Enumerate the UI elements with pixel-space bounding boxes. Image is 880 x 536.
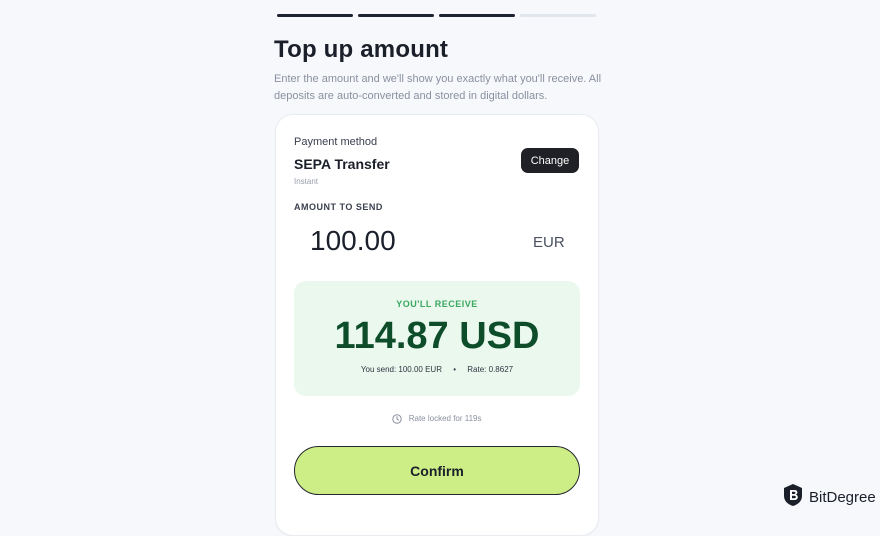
bitdegree-watermark: BitDegree (782, 483, 876, 512)
separator-dot: • (453, 365, 457, 374)
progress-step-2 (358, 14, 434, 17)
progress-step-1 (277, 14, 353, 17)
send-summary: You send: 100.00 EUR (360, 365, 442, 374)
payment-method-speed: Instant (294, 177, 319, 186)
receive-amount: 114.87 USD (334, 315, 540, 357)
bitdegree-watermark-text: BitDegree (809, 489, 876, 506)
receive-label: YOU'LL RECEIVE (396, 299, 478, 309)
confirm-button[interactable]: Confirm (294, 446, 580, 495)
progress-step-3 (439, 14, 515, 17)
bitdegree-logo-icon (782, 483, 804, 512)
receive-details: You send: 100.00 EUR • Rate: 0.8627 (294, 365, 580, 374)
payment-method-label: Payment method (294, 136, 378, 148)
receive-panel: YOU'LL RECEIVE 114.87 USD You send: 100.… (294, 281, 580, 396)
change-payment-button[interactable]: Change (521, 148, 579, 173)
amount-label: AMOUNT TO SEND (294, 202, 383, 212)
step-progress (277, 14, 596, 17)
payment-method-name: SEPA Transfer (294, 156, 390, 172)
amount-currency: EUR (533, 234, 565, 251)
amount-input[interactable]: 100.00 (310, 225, 396, 257)
page-subtitle: Enter the amount and we'll show you exac… (274, 73, 602, 102)
exchange-rate: Rate: 0.8627 (467, 365, 514, 374)
rate-lock-timer: Rate locked for 119s (276, 414, 598, 426)
rate-lock-text: Rate locked for 119s (408, 414, 482, 423)
page-title: Top up amount (274, 36, 449, 63)
clock-icon (392, 414, 403, 426)
top-up-card: Payment method SEPA Transfer Instant Cha… (275, 114, 599, 536)
progress-step-4 (520, 14, 596, 17)
